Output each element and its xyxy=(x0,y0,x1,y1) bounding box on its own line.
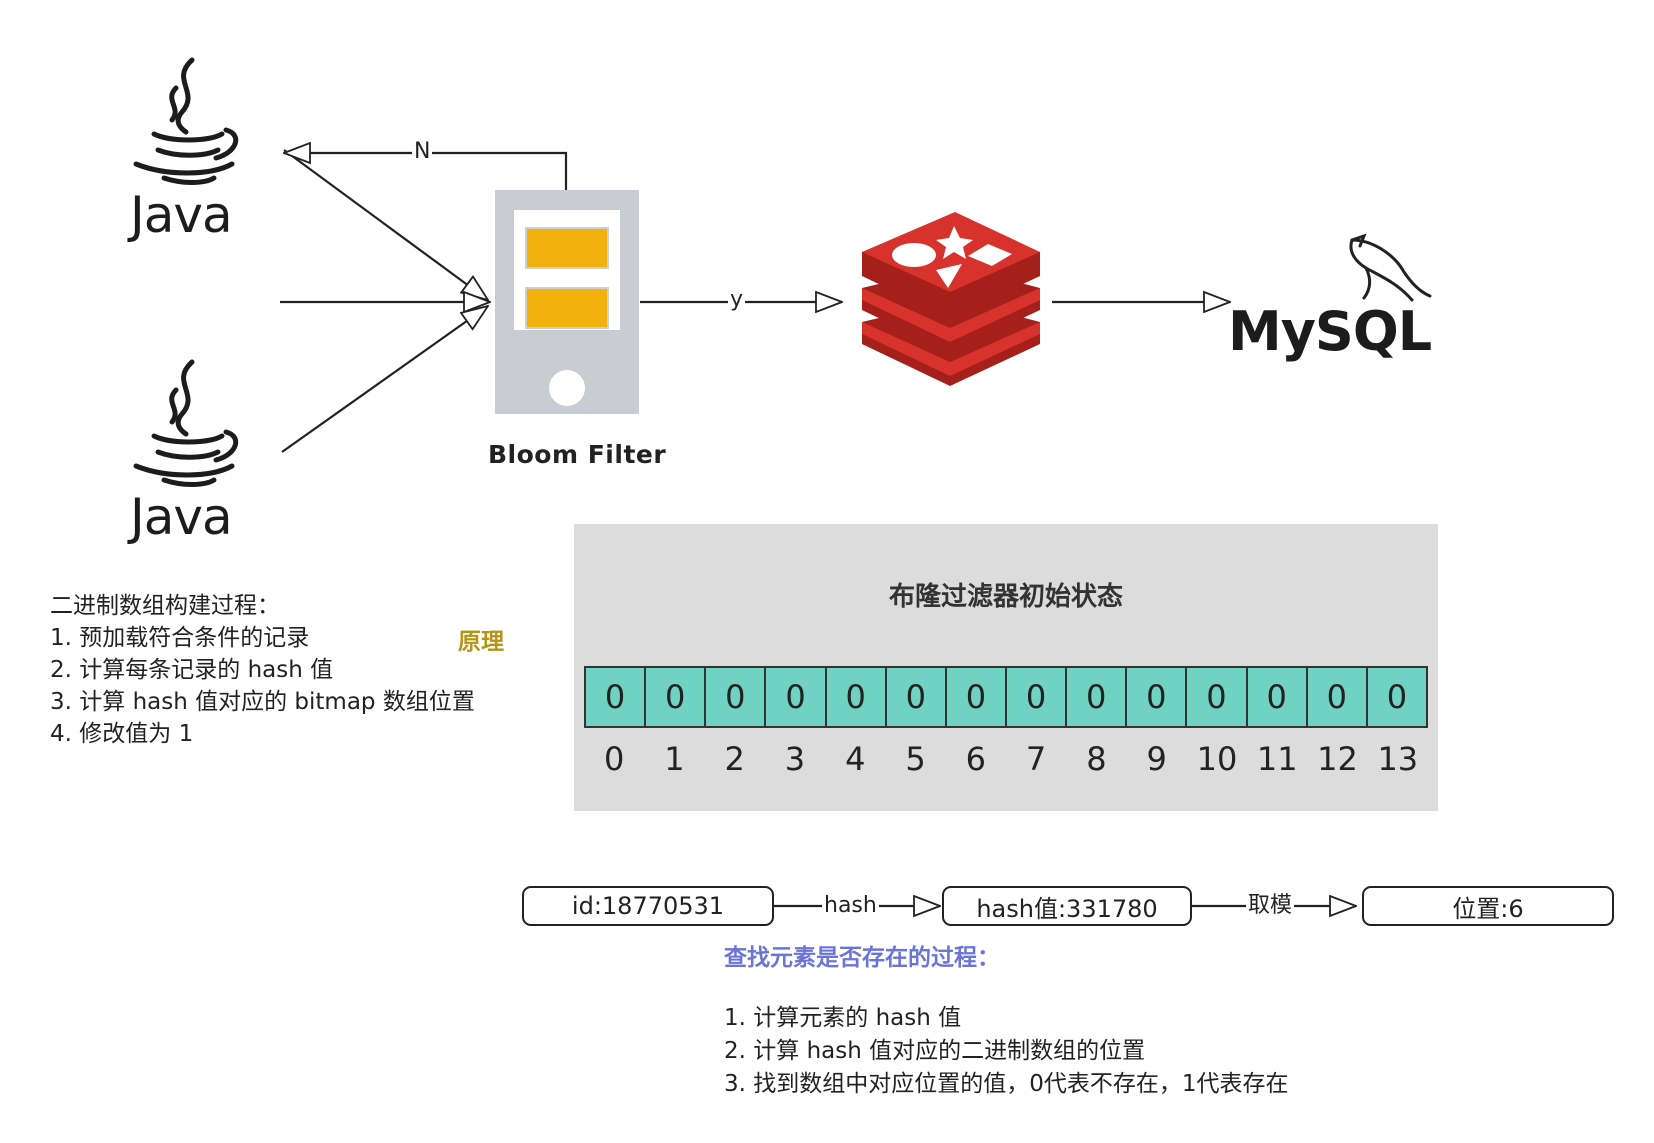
lookup-step-2: 2. 计算 hash 值对应的二进制数组的位置 xyxy=(724,1038,1146,1064)
flow-position-box: 位置:6 xyxy=(1362,886,1614,926)
flow-hash-value-box: hash值:331780 xyxy=(942,886,1192,926)
flow-op-hash: hash xyxy=(822,893,879,918)
flow-input-box: id:18770531 xyxy=(522,886,774,926)
flow-op-mod: 取模 xyxy=(1246,893,1295,918)
lookup-process-title: 查找元素是否存在的过程： xyxy=(724,945,1000,971)
lookup-step-3: 3. 找到数组中对应位置的值，0代表不存在，1代表存在 xyxy=(724,1071,1289,1097)
lookup-process-text: 1. 计算元素的 hash 值 2. 计算 hash 值对应的二进制数组的位置 … xyxy=(724,1002,1289,1101)
lookup-step-1: 1. 计算元素的 hash 值 xyxy=(724,1005,962,1031)
